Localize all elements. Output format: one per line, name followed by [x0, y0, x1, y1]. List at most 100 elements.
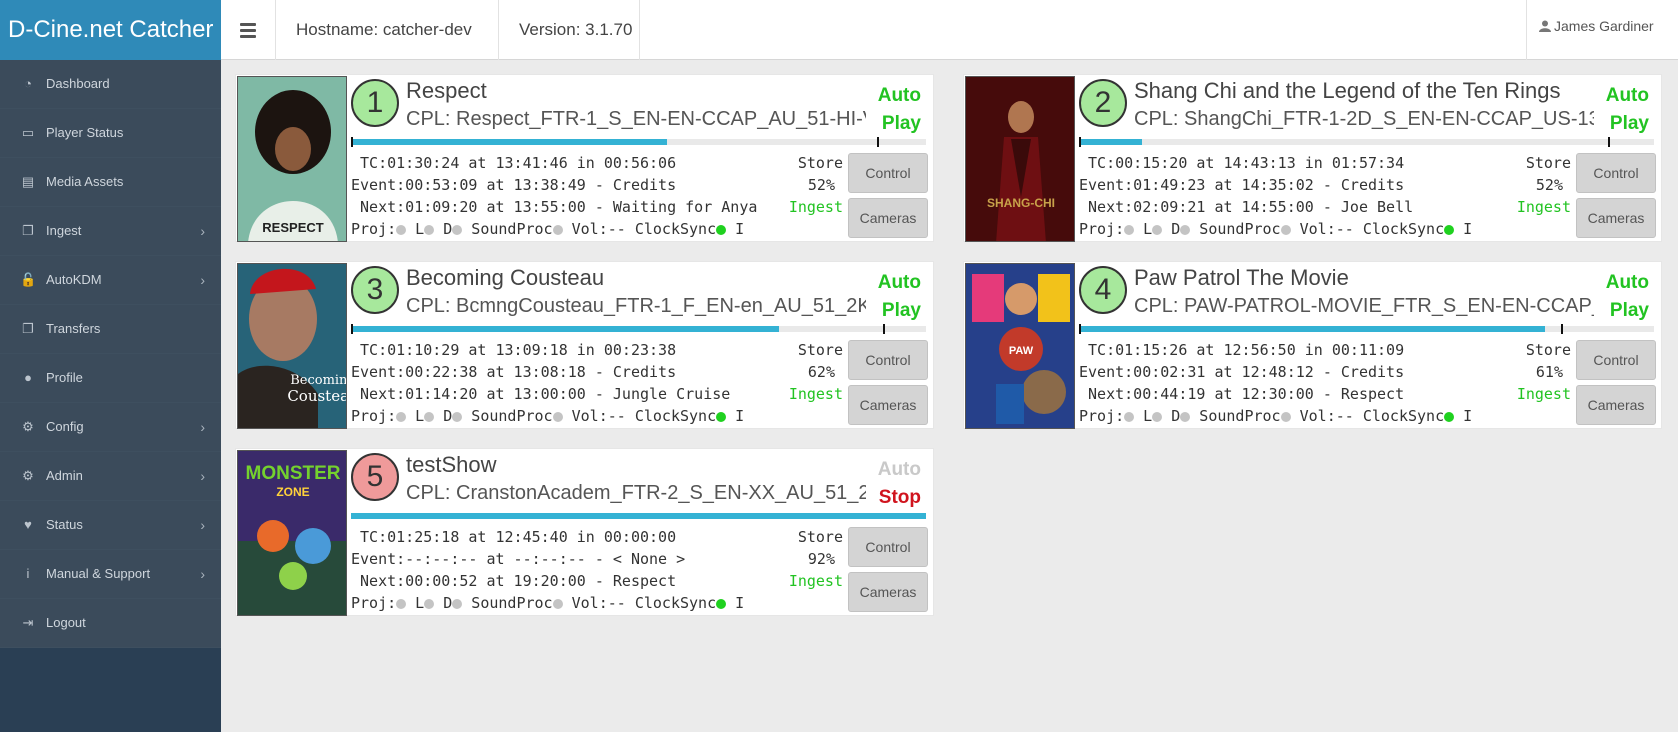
soundproc-status-dot [552, 599, 563, 609]
ingest-link[interactable]: Ingest [1491, 198, 1571, 216]
movie-poster[interactable]: MONSTER ZONE [237, 450, 347, 616]
control-button[interactable]: Control [848, 153, 928, 193]
sidebar-item-ingest[interactable]: ❐ Ingest › [0, 207, 221, 256]
screen-number-badge: 5 [351, 453, 399, 501]
ingest-link[interactable]: Ingest [1491, 385, 1571, 403]
cameras-button[interactable]: Cameras [848, 198, 928, 238]
proj-status-dot [396, 225, 407, 235]
sidebar-item-dashboard[interactable]: ◔ Dashboard [0, 60, 221, 109]
clocksync-status-dot [1444, 225, 1455, 235]
start-marker [1079, 137, 1081, 147]
sidebar-item-player-status[interactable]: ▭ Player Status [0, 109, 221, 158]
store-label: Store [1525, 154, 1571, 172]
auto-mode-toggle[interactable]: Auto Play [1589, 269, 1649, 325]
next-line: Next:01:14:20 at 13:00:00 - Jungle Cruis… [351, 385, 731, 403]
play-state-label: Play [1609, 113, 1649, 134]
chevron-right-icon: › [200, 566, 205, 582]
hamburger-icon [240, 20, 256, 41]
control-button[interactable]: Control [1576, 340, 1656, 380]
progress-fill [351, 139, 668, 145]
cameras-button[interactable]: Cameras [848, 385, 928, 425]
screen-card: BecomingCousteau 3 Becoming Cousteau CPL… [235, 261, 934, 429]
sidebar-item-label: Manual & Support [46, 566, 151, 581]
sidebar-item-media-assets[interactable]: ▤ Media Assets [0, 158, 221, 207]
movie-poster[interactable]: PAW [965, 263, 1075, 429]
douser-status-dot [452, 412, 463, 422]
store-percent: 61% [1535, 363, 1563, 381]
sidebar-item-label: AutoKDM [46, 272, 102, 287]
cpl-name: CPL: BcmngCousteau_FTR-1_F_EN-en_AU_51_2… [406, 295, 866, 317]
monitor-icon: ▭ [21, 125, 35, 140]
control-button[interactable]: Control [1576, 153, 1656, 193]
lamp-status-dot [424, 599, 435, 609]
heartbeat-icon: ♥ [24, 517, 32, 532]
auto-label: Auto [877, 85, 921, 106]
user-menu[interactable]: James Gardiner [1526, 0, 1678, 60]
auto-mode-toggle[interactable]: Auto Stop [861, 456, 921, 512]
gears-icon: ⚙ [22, 468, 34, 483]
store-label: Store [797, 154, 843, 172]
auto-mode-toggle[interactable]: Auto Play [1589, 82, 1649, 138]
cameras-button[interactable]: Cameras [1576, 385, 1656, 425]
sidebar-item-label: Media Assets [46, 174, 124, 189]
proj-status-dot [1124, 225, 1135, 235]
cameras-button[interactable]: Cameras [1576, 198, 1656, 238]
progress-fill [1079, 139, 1143, 145]
ingest-link[interactable]: Ingest [763, 198, 843, 216]
menu-toggle-button[interactable] [221, 0, 276, 60]
ingest-indicator-label: I [1454, 407, 1473, 425]
movie-poster[interactable]: SHANG-CHI [965, 76, 1075, 242]
sidebar-item-config[interactable]: ⚙ Config › [0, 403, 221, 452]
screen-number-badge: 1 [351, 79, 399, 127]
sidebar-item-status[interactable]: ♥ Status › [0, 501, 221, 550]
end-marker [1608, 137, 1610, 147]
chevron-right-icon: › [200, 468, 205, 484]
ingest-indicator-label: I [726, 220, 745, 238]
sidebar-item-logout[interactable]: ⇥ Logout [0, 599, 221, 648]
auto-mode-toggle[interactable]: Auto Play [861, 269, 921, 325]
sidebar-item-manual-support[interactable]: i Manual & Support › [0, 550, 221, 599]
proj-label: Proj: [351, 594, 397, 612]
auto-label: Auto [877, 459, 921, 480]
douser-label: D [1162, 407, 1181, 425]
store-label: Store [1525, 341, 1571, 359]
cpl-name: CPL: Respect_FTR-1_S_EN-EN-CCAP_AU_51-HI… [406, 108, 866, 130]
auto-label: Auto [1605, 272, 1649, 293]
timecode-line: TC:01:30:24 at 13:41:46 in 00:56:06 [351, 154, 677, 172]
douser-label: D [434, 220, 453, 238]
movie-poster[interactable]: RESPECT [237, 76, 347, 242]
svg-text:Becoming: Becoming [290, 373, 347, 388]
hostname-label: Hostname: catcher-dev [276, 0, 499, 60]
next-line: Next:00:00:52 at 19:20:00 - Respect [351, 572, 677, 590]
file-icon: ▤ [21, 174, 35, 189]
ingest-link[interactable]: Ingest [763, 385, 843, 403]
proj-status-dot [396, 412, 407, 422]
movie-poster[interactable]: BecomingCousteau [237, 263, 347, 429]
soundproc-label: SoundProc [462, 407, 553, 425]
lamp-status-dot [424, 412, 435, 422]
ingest-link[interactable]: Ingest [763, 572, 843, 590]
show-title: Respect [406, 78, 487, 103]
control-button[interactable]: Control [848, 340, 928, 380]
end-marker [882, 324, 885, 334]
sidebar-item-autokdm[interactable]: 🔓 AutoKDM › [0, 256, 221, 305]
playback-progress-bar [1079, 137, 1654, 147]
user-icon [1539, 20, 1551, 32]
control-button[interactable]: Control [848, 527, 928, 567]
cameras-button[interactable]: Cameras [848, 572, 928, 612]
projector-status-line: Proj: L D SoundProc Vol:-- ClockSync I [351, 594, 744, 612]
timecode-line: TC:01:10:29 at 13:09:18 in 00:23:38 [351, 341, 677, 359]
sidebar-item-profile[interactable]: ● Profile [0, 354, 221, 403]
sidebar-item-label: Dashboard [46, 76, 110, 91]
lamp-label: L [406, 594, 425, 612]
brand-title[interactable]: D-Cine.net Catcher [0, 0, 221, 60]
projector-status-line: Proj: L D SoundProc Vol:-- ClockSync I [351, 407, 744, 425]
ingest-indicator-label: I [726, 594, 745, 612]
sidebar-item-admin[interactable]: ⚙ Admin › [0, 452, 221, 501]
play-state-label: Play [1609, 300, 1649, 321]
show-title: Paw Patrol The Movie [1134, 265, 1349, 290]
play-state-label: Stop [878, 487, 921, 508]
sidebar-item-transfers[interactable]: ❐ Transfers [0, 305, 221, 354]
cpl-name: CPL: CranstonAcadem_FTR-2_S_EN-XX_AU_51_… [406, 482, 866, 504]
auto-mode-toggle[interactable]: Auto Play [861, 82, 921, 138]
